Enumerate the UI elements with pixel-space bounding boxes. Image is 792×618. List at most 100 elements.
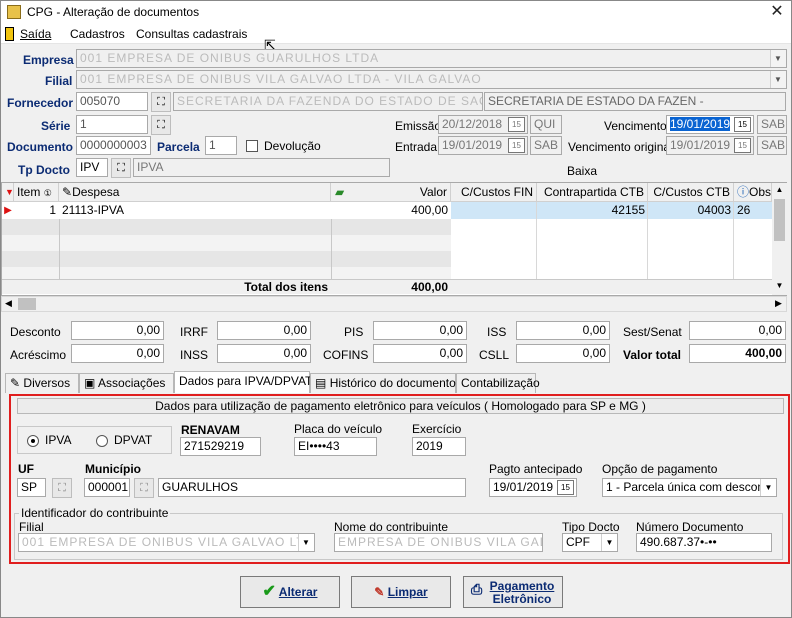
valor-total-label: Valor total	[623, 348, 682, 362]
scroll-right-icon[interactable]: ▶	[775, 298, 782, 309]
desconto-input[interactable]: 0,00	[71, 321, 164, 340]
vencimento-day: SAB	[757, 115, 787, 134]
uf-input[interactable]: SP	[17, 478, 46, 497]
limpar-button[interactable]: ✎ Limpar	[351, 576, 451, 608]
cell-cc-ctb: 04003	[697, 203, 731, 217]
menu-cadastros[interactable]: Cadastros	[70, 27, 125, 41]
grid-footer: Total dos itens 400,00	[2, 279, 772, 294]
table-row-highlight[interactable]: 42155 04003 26	[451, 202, 772, 219]
alterar-button[interactable]: ✔ Alterar	[240, 576, 340, 608]
binoculars-icon[interactable]: ⛶	[151, 92, 171, 112]
vencimento-date-input[interactable]: 19/01/2019 15	[666, 115, 754, 134]
nome-contribuinte-input[interactable]: EMPRESA DE ONIBUS VILA GALVAO	[334, 533, 543, 552]
emissao-date[interactable]: 20/12/2018 15	[438, 115, 528, 134]
scroll-thumb[interactable]	[774, 199, 785, 241]
devolucao-checkbox[interactable]	[246, 140, 258, 152]
vencimento-label: Vencimento	[604, 119, 667, 133]
entrada-date[interactable]: 19/01/2019 15	[438, 136, 528, 155]
chevron-down-icon: ▼	[770, 50, 786, 67]
scroll-down-icon[interactable]: ▼	[772, 279, 787, 293]
col-item[interactable]: Item ①	[14, 183, 59, 202]
cell-contrapartida: 42155	[611, 203, 645, 217]
col-divider	[536, 202, 537, 279]
binoculars-icon[interactable]: ⛶	[134, 478, 154, 498]
scroll-left-icon[interactable]: ◀	[5, 298, 12, 309]
numero-documento-input[interactable]: 490.687.37•-••	[636, 533, 772, 552]
tipo-docto-select[interactable]: CPF ▼	[562, 533, 618, 552]
scroll-up-icon[interactable]: ▲	[772, 183, 787, 197]
col-cc-fin[interactable]: C/Custos FIN	[451, 183, 537, 202]
pagto-antecipado-input[interactable]: 19/01/2019 15	[489, 478, 577, 497]
col-despesa[interactable]: ✎Despesa	[59, 183, 331, 202]
chevron-down-icon: ▼	[760, 479, 776, 496]
iss-input[interactable]: 0,00	[516, 321, 610, 340]
total-items-label: Total dos itens	[244, 280, 328, 294]
empresa-select[interactable]: 001 EMPRESA DE ONIBUS GUARULHOS LTDA ▼	[76, 49, 787, 68]
uf-label: UF	[18, 462, 34, 476]
serie-input[interactable]: 1	[76, 115, 148, 134]
placa-label: Placa do veículo	[294, 422, 383, 436]
col-contrapartida[interactable]: Contrapartida CTB	[537, 183, 648, 202]
exercicio-input[interactable]: 2019	[412, 437, 466, 456]
exit-icon	[5, 27, 14, 41]
acrescimo-input[interactable]: 0,00	[71, 344, 164, 363]
items-grid[interactable]: ▼ Item ① ✎Despesa ▰ Valor C/Custos FIN Co…	[1, 182, 787, 296]
venc-original-date[interactable]: 19/01/2019 15	[666, 136, 754, 155]
id-filial-select[interactable]: 001 EMPRESA DE ONIBUS VILA GALVAO LTDA ▼	[18, 533, 315, 552]
documento-input[interactable]: 0000000003	[76, 136, 151, 155]
fornecedor-name-field: SECRETARIA DA FAZENDA DO ESTADO DE SAO P…	[173, 92, 483, 111]
placa-input[interactable]: EI••••43	[294, 437, 377, 456]
close-icon[interactable]: ✕	[767, 2, 787, 22]
sestsenat-input[interactable]: 0,00	[689, 321, 786, 340]
pis-input[interactable]: 0,00	[373, 321, 467, 340]
vertical-scrollbar[interactable]: ▲ ▼	[772, 183, 787, 295]
parcela-input[interactable]: 1	[205, 136, 237, 155]
entrada-day: SAB	[530, 136, 562, 155]
calendar-icon[interactable]: 15	[734, 138, 751, 153]
calendar-icon[interactable]: 15	[557, 480, 574, 495]
tab-dados-ipva[interactable]: Dados para IPVA/DPVAT	[174, 371, 312, 393]
pagamento-eletronico-button[interactable]: ⎙ Pagamento Eletrônico	[463, 576, 563, 608]
radio-dpvat[interactable]	[96, 435, 108, 447]
filial-select[interactable]: 001 EMPRESA DE ONIBUS VILA GALVAO LTDA -…	[76, 70, 787, 89]
valor-total-field: 400,00	[689, 344, 786, 363]
filial-label: Filial	[45, 74, 73, 88]
menu-consultas-cadastrais[interactable]: Consultas cadastrais	[136, 27, 247, 41]
window-title: CPG - Alteração de documentos	[27, 5, 200, 19]
binoculars-icon[interactable]: ⛶	[111, 158, 131, 178]
csll-input[interactable]: 0,00	[516, 344, 610, 363]
inss-input[interactable]: 0,00	[217, 344, 311, 363]
binoculars-icon[interactable]: ⛶	[52, 478, 72, 498]
fornecedor-code-input[interactable]: 005070	[76, 92, 148, 111]
calendar-icon[interactable]: 15	[508, 117, 525, 132]
hscroll-thumb[interactable]	[18, 298, 36, 310]
tpdocto-input[interactable]: IPV	[76, 158, 108, 177]
calendar-icon[interactable]: 15	[508, 138, 525, 153]
tab-associacoes[interactable]: ▣ Associações	[79, 373, 174, 393]
edit-icon: ✎	[62, 185, 73, 199]
horizontal-scrollbar[interactable]: ◀ ▶	[1, 296, 787, 312]
renavam-input[interactable]: 271529219	[180, 437, 261, 456]
col-obs[interactable]: ⓘObs	[734, 183, 772, 202]
col-cc-ctb[interactable]: C/Custos CTB	[648, 183, 734, 202]
cell-cc-fin	[451, 202, 537, 219]
radio-ipva[interactable]	[27, 435, 39, 447]
sort-arrow-icon: ▼	[2, 183, 14, 202]
calendar-icon[interactable]: 15	[734, 117, 751, 132]
tab-historico[interactable]: ▤ Histórico do documento	[310, 373, 456, 393]
pagto-antecipado-label: Pagto antecipado	[489, 462, 583, 476]
binoculars-icon[interactable]: ⛶	[151, 115, 171, 135]
col-valor[interactable]: ▰ Valor	[331, 183, 451, 202]
table-row[interactable]: 1 21113-IPVA 400,00	[14, 202, 451, 219]
irrf-input[interactable]: 0,00	[217, 321, 311, 340]
municipio-code-input[interactable]: 000001	[84, 478, 130, 497]
col-divider	[331, 219, 332, 279]
eraser-icon: ✎	[374, 585, 385, 599]
tpdocto-label: Tp Docto	[18, 163, 70, 177]
cofins-input[interactable]: 0,00	[373, 344, 467, 363]
menu-saida[interactable]: Saída	[20, 27, 51, 41]
renavam-label: RENAVAM	[181, 423, 240, 437]
opcao-pagamento-select[interactable]: 1 - Parcela única com desconto ▼	[602, 478, 777, 497]
tab-diversos[interactable]: ✎ Diversos	[5, 373, 79, 393]
tab-contabilizacao[interactable]: Contabilização	[456, 373, 540, 393]
